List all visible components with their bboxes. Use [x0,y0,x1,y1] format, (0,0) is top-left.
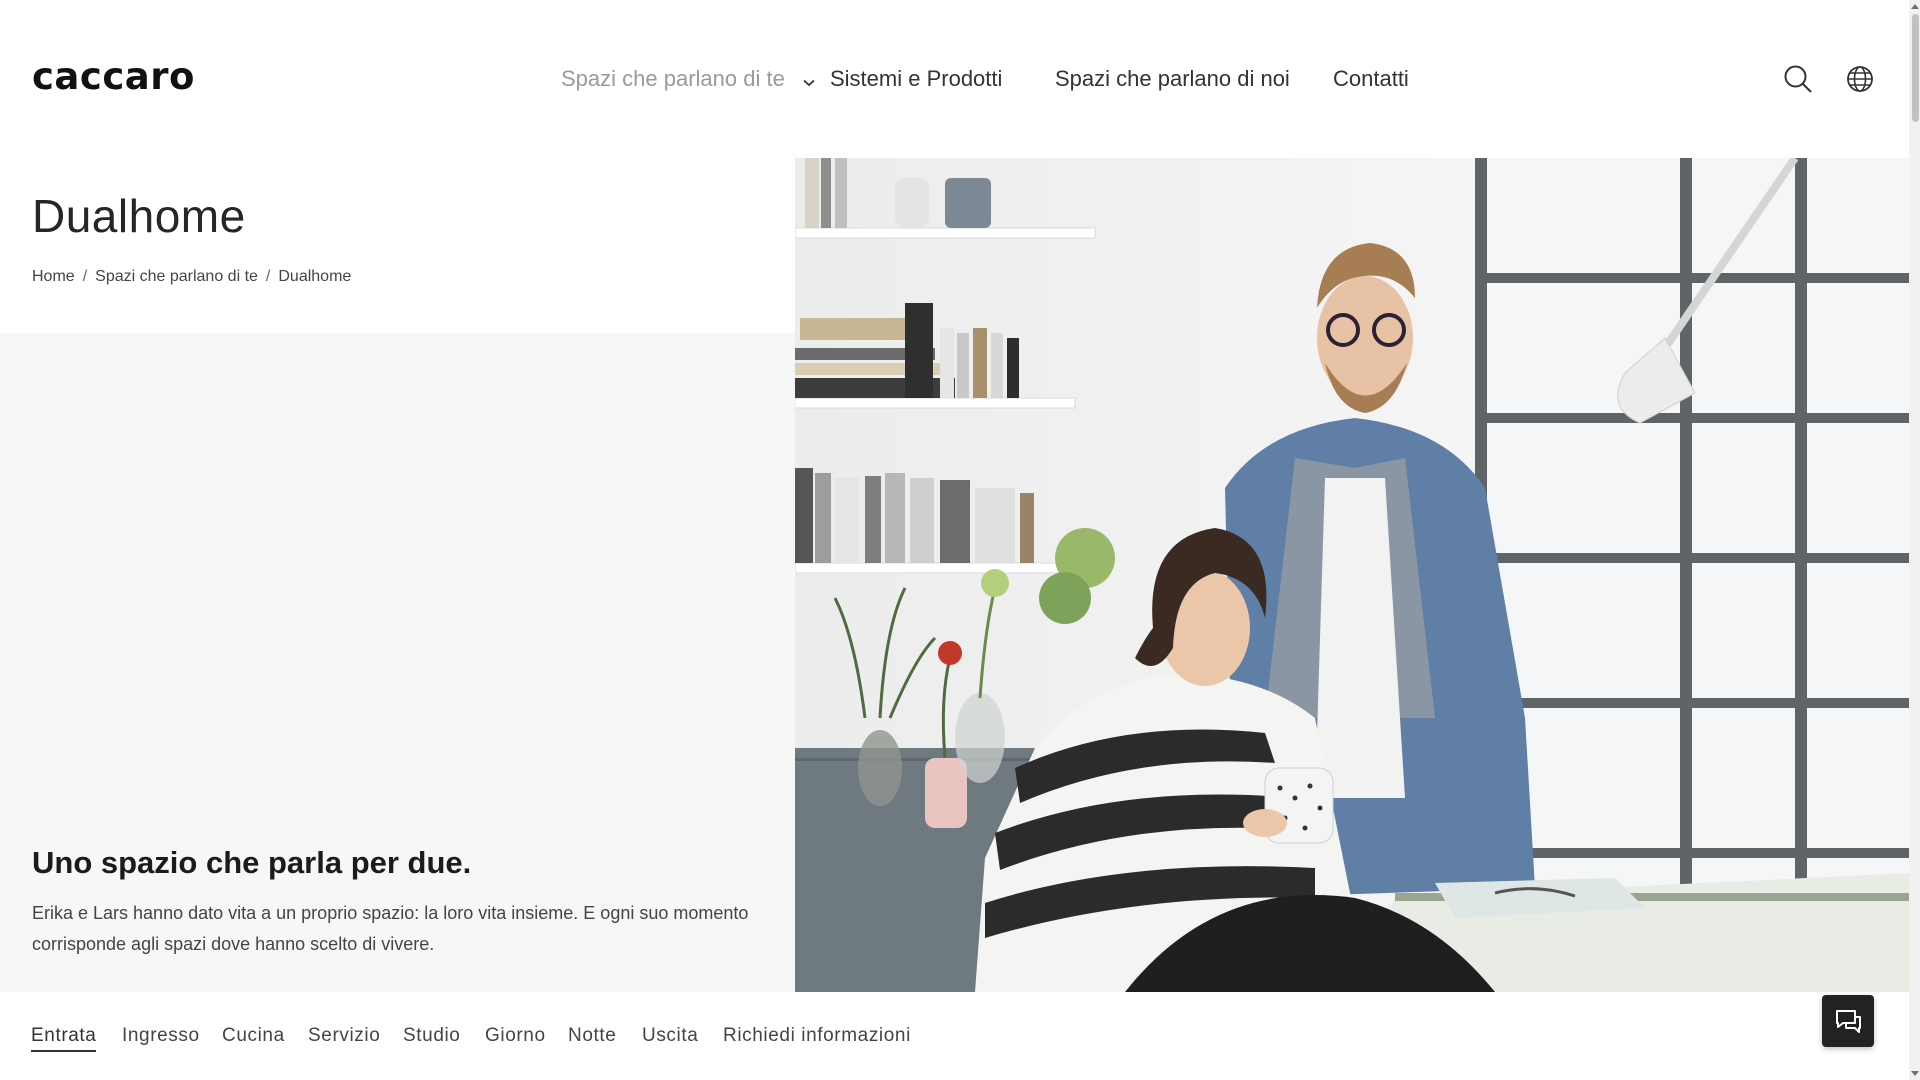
intro-text: Erika e Lars hanno dato vita a un propri… [32,903,749,954]
breadcrumb-current: Dualhome [278,268,352,285]
scrollbar-thumb[interactable] [1912,14,1919,122]
tab-studio[interactable]: Studio [403,1022,460,1050]
chat-icon [1822,1010,1874,1051]
scroll-up-arrow[interactable] [1911,4,1919,9]
section-subtitle: Uno spazio che parla per due. [32,845,472,880]
chevron-down-icon [803,63,815,97]
tab-ingresso[interactable]: Ingresso [122,1022,200,1050]
nav-item-spazi-che-parlano-di-noi[interactable]: Spazi che parlano di noi [1055,62,1290,96]
globe-icon[interactable] [1845,64,1875,94]
nav-item-spazi-che-parlano-di-te[interactable]: Spazi che parlano di te [561,62,815,97]
search-icon[interactable] [1783,64,1813,94]
tab-notte[interactable]: Notte [568,1022,616,1050]
tab-giorno[interactable]: Giorno [485,1022,546,1050]
section-tabs: Entrata Ingresso Cucina Servizio Studio … [0,992,1909,1080]
site-header: caccaro Spazi che parlano di te Sistemi … [0,0,1909,158]
chat-button[interactable] [1822,995,1874,1047]
intro-panel [0,333,795,992]
nav-item-label: Spazi che parlano di te [561,66,785,91]
scroll-down-arrow[interactable] [1911,1071,1919,1076]
tab-entrata[interactable]: Entrata [31,1022,97,1052]
tab-cucina[interactable]: Cucina [222,1022,285,1050]
tab-richiedi-informazioni[interactable]: Richiedi informazioni [723,1022,911,1050]
tab-servizio[interactable]: Servizio [308,1022,380,1050]
main-nav: Spazi che parlano di te Sistemi e Prodot… [0,62,1909,96]
nav-item-contatti[interactable]: Contatti [1333,62,1409,96]
page-title: Dualhome [32,190,246,242]
tab-uscita[interactable]: Uscita [642,1022,698,1050]
breadcrumb: Home / Spazi che parlano di te / Dualhome [32,268,352,285]
breadcrumb-home[interactable]: Home [32,268,75,285]
breadcrumb-spazi[interactable]: Spazi che parlano di te [95,268,258,285]
nav-item-sistemi-e-prodotti[interactable]: Sistemi e Prodotti [830,62,1002,96]
scrollbar[interactable] [1909,0,1920,1080]
hero-image [795,158,1909,992]
